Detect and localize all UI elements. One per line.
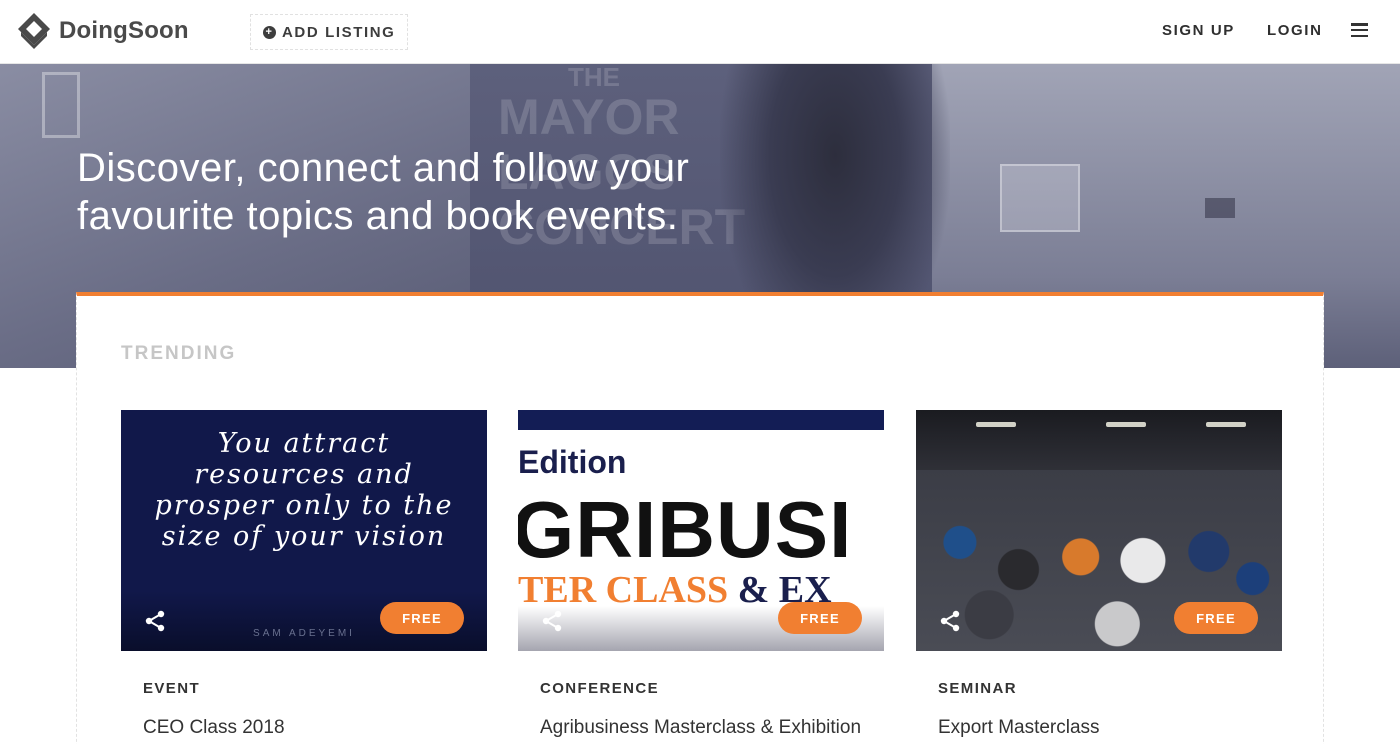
event-card[interactable]: Edition GRIBUSI TER CLASS & EX FREE CONF… (518, 410, 884, 744)
plus-circle-icon: + (263, 25, 276, 39)
event-image[interactable]: You attract resources and prosper only t… (121, 410, 487, 651)
event-image-title: GRIBUSI (518, 485, 853, 574)
price-badge: FREE (380, 602, 464, 634)
event-title[interactable]: CEO Class 2018 (143, 715, 473, 741)
hero-whiteboard (42, 72, 80, 138)
event-image-edition: Edition (518, 444, 627, 480)
event-image[interactable]: FREE (916, 410, 1282, 651)
price-badge: FREE (1174, 602, 1258, 634)
event-card[interactable]: You attract resources and prosper only t… (121, 410, 487, 738)
share-icon[interactable] (143, 609, 167, 633)
brand-name: DoingSoon (59, 17, 189, 44)
hero-tv-screen (1205, 198, 1235, 218)
event-category: SEMINAR (938, 680, 1017, 697)
event-title[interactable]: Export Masterclass (938, 715, 1268, 741)
login-link[interactable]: LOGIN (1267, 22, 1323, 39)
add-listing-label: ADD LISTING (282, 23, 396, 41)
sign-up-link[interactable]: SIGN UP (1162, 22, 1235, 39)
share-icon[interactable] (938, 609, 962, 633)
event-category: CONFERENCE (540, 680, 660, 697)
price-badge: FREE (778, 602, 862, 634)
event-category: EVENT (143, 680, 201, 697)
event-card[interactable]: FREE SEMINAR Export Masterclass (916, 410, 1282, 738)
share-icon[interactable] (540, 609, 564, 633)
hamburger-menu-icon[interactable] (1351, 23, 1368, 37)
trending-heading: TRENDING (121, 343, 237, 364)
logo-mark-icon (18, 13, 50, 49)
event-title[interactable]: Agribusiness Masterclass & Exhibition 20… (540, 715, 870, 744)
trending-section: TRENDING You attract resources and prosp… (76, 292, 1324, 744)
event-image[interactable]: Edition GRIBUSI TER CLASS & EX FREE (518, 410, 884, 651)
event-image-quote: You attract resources and prosper only t… (154, 428, 454, 552)
add-listing-button[interactable]: + ADD LISTING (250, 14, 409, 50)
brand-logo[interactable]: DoingSoon (17, 12, 189, 50)
hero-headline: Discover, connect and follow your favour… (77, 146, 690, 238)
top-nav: DoingSoon + ADD LISTING SIGN UP LOGIN (0, 0, 1400, 64)
hero-projector-screen (1000, 164, 1080, 232)
